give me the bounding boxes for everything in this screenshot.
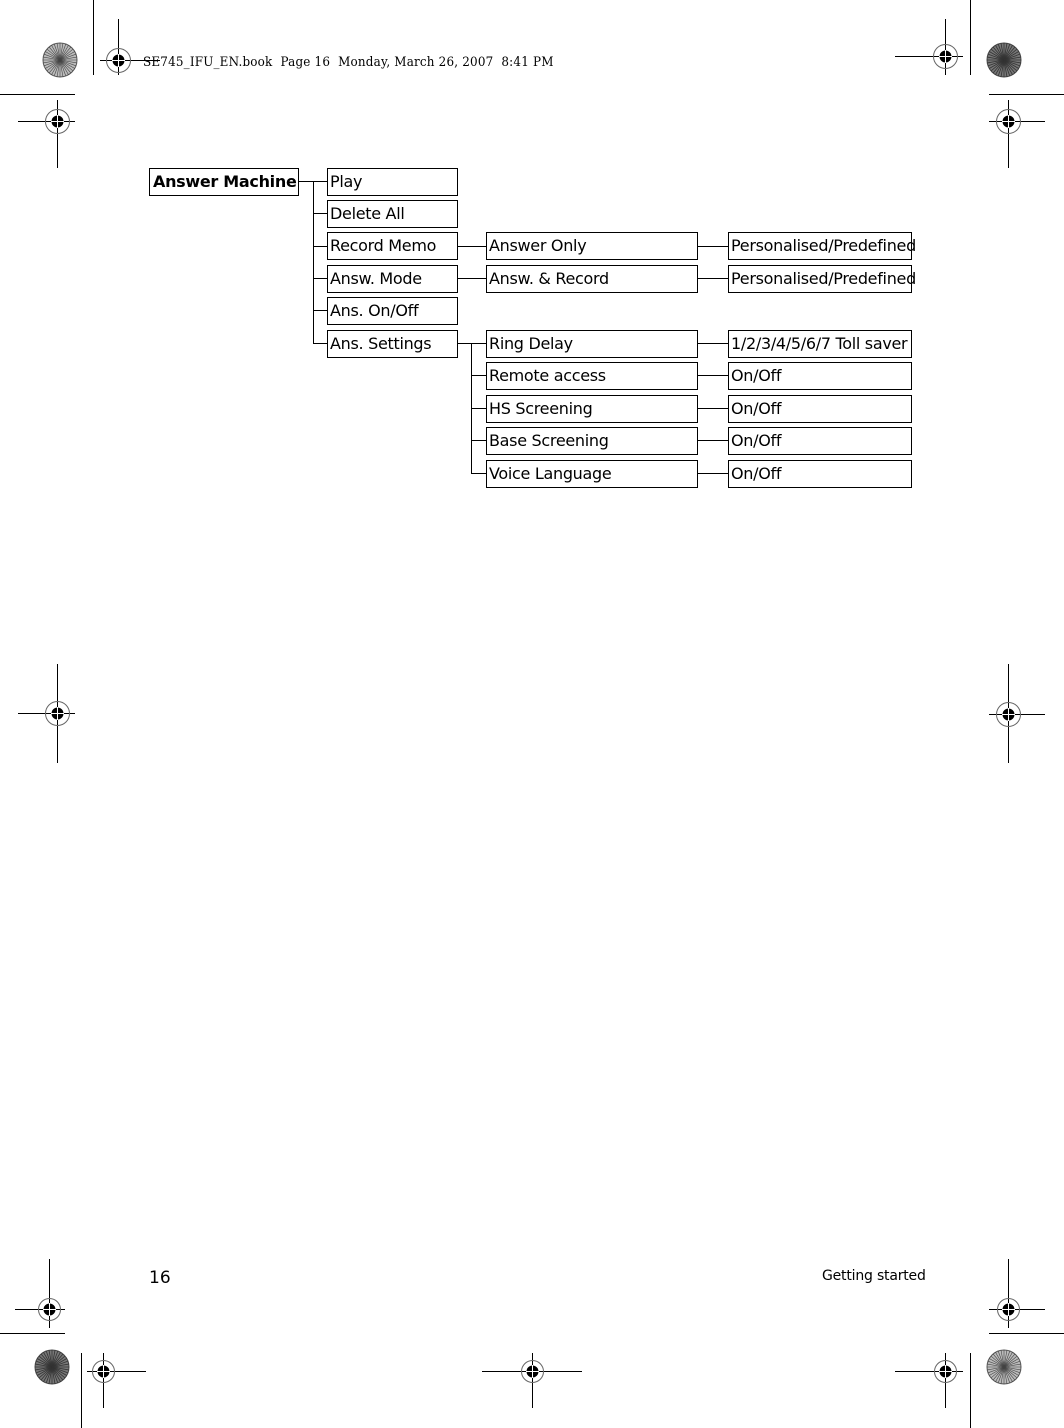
crosshair-registration-icon [989,664,1045,763]
starburst-target-icon [42,42,78,78]
submenu-item-answer-only: Answer Only [486,232,698,260]
crosshair-registration-icon [895,1353,963,1408]
option-base-screening: On/Off [728,427,912,455]
connector-line [698,408,728,409]
menu-item-ans-on-off: Ans. On/Off [327,297,458,325]
starburst-target-icon [986,1349,1022,1385]
crosshair-registration-icon [87,1353,146,1408]
connector-line [313,213,327,214]
connector-line [471,440,486,441]
submenu-item-remote-access: Remote access [486,362,698,390]
connector-line [698,246,728,247]
connector-line [313,278,327,279]
crosshair-registration-icon [895,19,963,75]
connector-line [299,181,313,182]
option-ring-delay: 1/2/3/4/5/6/7 Toll saver [728,330,912,358]
section-title: Getting started [822,1268,926,1284]
submenu-item-ring-delay: Ring Delay [486,330,698,358]
starburst-target-icon [34,1349,70,1385]
option-hs-screening: On/Off [728,395,912,423]
submenu-item-base-screening: Base Screening [486,427,698,455]
connector-line [313,310,327,311]
crosshair-registration-icon [18,100,75,168]
connector-line [458,343,486,344]
crosshair-registration-icon [989,100,1045,168]
option-answer-only: Personalised/Predefined [728,232,916,260]
connector-line [313,343,327,344]
crosshair-registration-icon [18,664,75,763]
menu-item-delete-all: Delete All [327,200,458,228]
option-answ-record: Personalised/Predefined [728,265,916,293]
connector-trunk [313,181,314,343]
option-remote-access: On/Off [728,362,912,390]
submenu-item-answ-record: Answ. & Record [486,265,698,293]
connector-line [698,473,728,474]
crosshair-registration-icon [482,1353,582,1408]
menu-item-record-memo: Record Memo [327,232,458,260]
menu-root-answer-machine: Answer Machine [149,168,299,196]
submenu-item-voice-language: Voice Language [486,460,698,488]
page-number: 16 [149,1268,171,1288]
menu-item-ans-settings: Ans. Settings [327,330,458,358]
connector-line [698,440,728,441]
connector-line [313,246,327,247]
starburst-target-icon [986,42,1022,78]
connector-line [458,246,486,247]
crosshair-registration-icon [15,1259,65,1328]
menu-item-play: Play [327,168,458,196]
connector-line [313,181,327,182]
print-slug: SE745_IFU_EN.book Page 16 Monday, March … [143,55,554,70]
print-marks [0,0,1064,1428]
connector-line [458,278,486,279]
crosshair-registration-icon [989,1259,1045,1328]
connector-line [698,375,728,376]
menu-item-answ-mode: Answ. Mode [327,265,458,293]
connector-line [471,408,486,409]
connector-line [698,278,728,279]
submenu-item-hs-screening: HS Screening [486,395,698,423]
option-voice-language: On/Off [728,460,912,488]
connector-line [698,343,728,344]
connector-line [471,473,486,474]
connector-line [471,375,486,376]
